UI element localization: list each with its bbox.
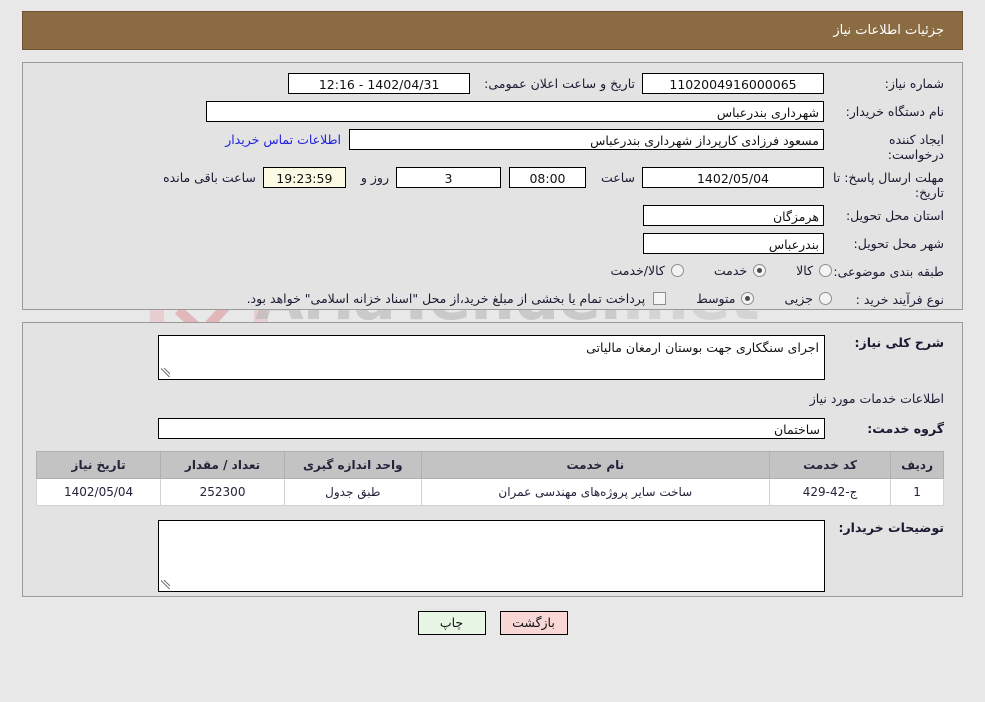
column-header-row-no: ردیف [890,451,944,479]
radio-icon[interactable] [670,264,684,277]
province-label: استان محل تحویل: [845,208,944,223]
need-number-field[interactable]: 1102004916000065 [642,73,824,94]
process-type-row: نوع فرآیند خرید : جزیی متوسط پرداخت تمام… [41,289,944,312]
process-option-label: متوسط [696,291,736,306]
table-header-row: ردیف کد خدمت نام خدمت واحد اندازه گیری ت… [35,451,944,479]
remaining-days-field[interactable]: 3 [395,167,501,188]
services-section-title: اطلاعات خدمات مورد نیاز [809,391,944,406]
deadline-time-label: ساعت [600,170,635,185]
city-label: شهر محل تحویل: [853,236,944,251]
need-description-label: شرح کلی نیاز: [854,335,944,350]
category-row: طبقه بندی موضوعی: کالا خدمت کالا/خدمت [41,261,944,284]
cell-unit: طبق جدول [283,478,422,506]
buyer-contact-link[interactable]: اطلاعات تماس خریدار [225,129,349,147]
service-group-label: گروه خدمت: [867,421,944,436]
process-option-jozee[interactable]: جزیی [784,291,832,306]
cell-row-no: 1 [890,478,944,506]
back-button[interactable]: بازگشت [499,611,568,635]
buyer-notes-label: توضیحات خریدار: [838,520,944,535]
category-option-khedmat[interactable]: خدمت [713,263,767,278]
need-number-label: شماره نیاز: [884,76,944,91]
province-field[interactable]: هرمزگان [643,205,824,226]
treasury-doc-note: پرداخت تمام یا بخشی از مبلغ خرید،از محل … [246,291,646,306]
deadline-row: مهلت ارسال پاسخ: تا تاریخ: 1402/05/04 سا… [41,167,944,200]
page-title: جزئیات اطلاعات نیاز [833,23,944,38]
need-description-textarea[interactable]: اجرای سنگکاری جهت بوستان ارمغان مالیاتی [158,335,825,380]
process-type-radio-group: جزیی متوسط پرداخت تمام یا بخشی از مبلغ خ… [217,289,832,306]
column-header-service-name: نام خدمت [420,451,770,479]
cell-quantity: 252300 [160,478,285,506]
process-option-label: جزیی [784,291,813,306]
countdown-timer-field: 19:23:59 [262,167,346,188]
process-option-motavaset[interactable]: متوسط [696,291,755,306]
countdown-timer-label: ساعت باقی مانده [163,170,256,185]
deadline-time-field[interactable]: 08:00 [508,167,586,188]
buyer-org-label: نام دستگاه خریدار: [845,104,944,119]
radio-icon[interactable] [819,292,832,305]
cell-need-date: 1402/05/04 [35,478,162,506]
column-header-need-date: تاریخ نیاز [35,451,162,479]
city-field[interactable]: بندرعباس [643,233,824,254]
column-header-unit: واحد اندازه گیری [283,451,422,479]
need-number-row: شماره نیاز: 1102004916000065 تاریخ و ساع… [41,73,944,96]
process-type-label: نوع فرآیند خرید : [855,292,944,307]
category-option-label: کالا/خدمت [610,263,665,278]
print-button[interactable]: چاپ [417,611,486,635]
column-header-quantity: تعداد / مقدار [160,451,285,479]
radio-icon[interactable] [753,264,767,277]
category-label: طبقه بندی موضوعی: [833,264,944,279]
service-details-panel: شرح کلی نیاز: اجرای سنگکاری جهت بوستان ا… [22,322,963,597]
province-row: استان محل تحویل: هرمزگان [41,205,944,228]
page-root: جزئیات اطلاعات نیاز شماره نیاز: 11020049… [0,11,985,635]
column-header-service-code: کد خدمت [768,451,892,479]
footer-actions: بازگشت چاپ [12,611,973,635]
cell-service-name: ساخت سایر پروژه‌های مهندسی عمران [420,478,770,506]
city-row: شهر محل تحویل: بندرعباس [41,233,944,256]
category-option-label: کالا [796,263,813,278]
creator-row: ایجاد کننده درخواست: مسعود فرزادی کارپرد… [41,129,944,162]
deadline-label: مهلت ارسال پاسخ: تا تاریخ: [833,170,944,200]
category-option-label: خدمت [713,263,748,278]
category-radio-group: کالا خدمت کالا/خدمت [580,261,832,278]
table-row[interactable]: 1 ج-42-429 ساخت سایر پروژه‌های مهندسی عم… [35,478,944,506]
service-group-field[interactable]: ساختمان [158,418,825,439]
category-option-kala-khedmat[interactable]: کالا/خدمت [610,263,684,278]
public-announce-label: تاریخ و ساعت اعلان عمومی: [484,76,635,91]
services-table: ردیف کد خدمت نام خدمت واحد اندازه گیری ت… [35,451,944,506]
buyer-notes-row: توضیحات خریدار: [41,520,944,592]
treasury-doc-checkbox-item[interactable]: پرداخت تمام یا بخشی از مبلغ خرید،از محل … [247,291,667,306]
creator-label: ایجاد کننده درخواست: [887,132,944,162]
creator-field[interactable]: مسعود فرزادی کارپرداز شهرداری بندرعباس [349,129,824,150]
need-info-panel: شماره نیاز: 1102004916000065 تاریخ و ساع… [22,62,963,310]
page-header: جزئیات اطلاعات نیاز [22,11,963,50]
remaining-days-label: روز و [360,170,389,185]
cell-service-code: ج-42-429 [768,478,892,506]
radio-icon[interactable] [741,292,755,305]
buyer-org-row: نام دستگاه خریدار: شهرداری بندرعباس [41,101,944,124]
public-announce-field[interactable]: 1402/04/31 - 12:16 [288,73,471,94]
checkbox-icon[interactable] [653,292,667,305]
deadline-date-field[interactable]: 1402/05/04 [642,167,824,188]
buyer-org-field[interactable]: شهرداری بندرعباس [206,101,824,122]
buyer-notes-textarea[interactable] [158,520,825,592]
service-group-row: گروه خدمت: ساختمان [41,418,944,439]
need-description-row: شرح کلی نیاز: اجرای سنگکاری جهت بوستان ا… [41,335,944,380]
radio-icon[interactable] [819,264,832,277]
category-option-kala[interactable]: کالا [796,263,832,278]
